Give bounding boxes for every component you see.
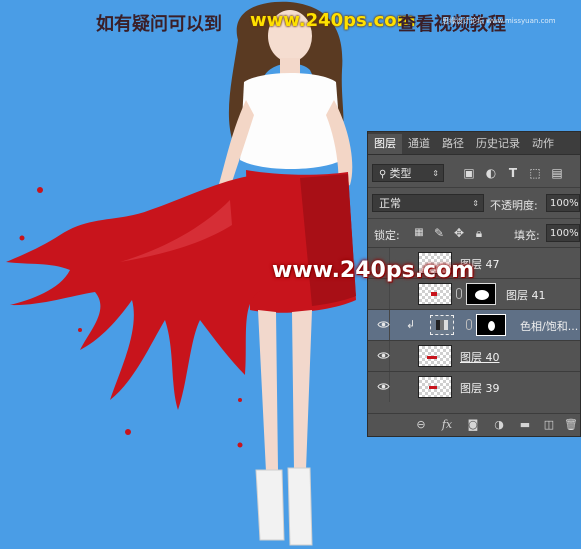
layers-bottom-toolbar: ⊖ fx ◙ ◑ ▬ ◫ 🗑︎ (368, 413, 580, 436)
new-group-icon[interactable]: ▬ (518, 418, 532, 432)
eye-icon (377, 383, 390, 390)
layer-thumbnail (418, 376, 452, 398)
lock-all-icon[interactable]: 🔒︎ (472, 226, 486, 240)
visibility-toggle[interactable] (371, 372, 390, 402)
tab-history[interactable]: 历史记录 (470, 134, 526, 154)
lock-row: 锁定: ▦ ✎ ✥ 🔒︎ 填充: 100% (368, 222, 580, 244)
clipping-mask-arrow-icon: ↲ (406, 318, 416, 331)
tab-channels[interactable]: 通道 (402, 134, 436, 154)
tab-paths[interactable]: 路径 (436, 134, 470, 154)
fill-input[interactable]: 100% (546, 224, 580, 242)
blend-mode-select[interactable]: 正常 ⇕ (372, 194, 484, 212)
adjustment-thumbnail (430, 315, 454, 335)
lock-position-icon[interactable]: ✥ (452, 226, 466, 240)
layer-name: 图层 39 (460, 382, 500, 395)
layer-thumbnail (418, 283, 452, 305)
tab-layers[interactable]: 图层 (368, 134, 402, 154)
blend-mode-value: 正常 (379, 197, 401, 210)
banner-site-link: www.240ps.com (250, 10, 416, 31)
fx-icon[interactable]: fx (440, 418, 454, 432)
layer-row[interactable]: 图层 39 (368, 371, 580, 402)
panel-tabs: 图层 通道 路径 历史记录 动作 (368, 132, 580, 155)
search-icon: ⚲ (379, 169, 390, 180)
right-shoe (287, 467, 313, 546)
fill-label: 填充: (514, 229, 540, 242)
layers-panel: 图层 通道 路径 历史记录 动作 ⚲ 类型 ⇕ ▣ ◐ T ⬚ ▤ 正常 ⇕ 不… (367, 131, 581, 437)
eye-icon (377, 352, 390, 359)
filter-kind-select[interactable]: ⚲ 类型 ⇕ (372, 164, 444, 182)
add-mask-icon[interactable]: ◙ (466, 418, 480, 432)
filter-row: ⚲ 类型 ⇕ ▣ ◐ T ⬚ ▤ (368, 162, 580, 184)
visibility-toggle[interactable] (371, 310, 390, 340)
layer-row[interactable]: 图层 40 (368, 340, 580, 371)
banner-text-left: 如有疑问可以到 (96, 14, 222, 35)
lock-image-icon[interactable]: ✎ (432, 226, 446, 240)
type-filter-icon[interactable]: T (506, 166, 520, 180)
eye-icon (377, 321, 390, 328)
filter-kind-label: 类型 (389, 167, 412, 180)
layer-name: 色相/饱和... (520, 320, 579, 333)
visibility-toggle[interactable] (371, 341, 390, 371)
image-filter-icon[interactable]: ▣ (462, 166, 476, 180)
layer-name: 图层 40 (460, 351, 500, 364)
layer-mask-thumbnail[interactable] (466, 283, 496, 305)
adjustment-filter-icon[interactable]: ◐ (484, 166, 498, 180)
opacity-label: 不透明度: (490, 199, 538, 212)
tab-actions[interactable]: 动作 (526, 134, 560, 154)
visibility-toggle[interactable] (371, 279, 390, 309)
site-watermark: www.240ps.com (272, 258, 475, 283)
link-layers-icon[interactable]: ⊖ (414, 418, 428, 432)
chevron-updown-icon: ⇕ (472, 199, 479, 208)
shape-filter-icon[interactable]: ⬚ (528, 166, 542, 180)
new-layer-icon[interactable]: ◫ (542, 418, 556, 432)
lock-label: 锁定: (374, 229, 400, 242)
layer-row-selected[interactable]: ↲ 色相/饱和... (368, 309, 580, 340)
layer-name: 图层 41 (506, 289, 546, 302)
forum-credit: 思缘设计论坛 www.missyuan.com (442, 17, 556, 25)
lock-transparent-icon[interactable]: ▦ (412, 226, 426, 240)
blend-row: 正常 ⇕ 不透明度: 100% (368, 192, 580, 214)
smart-object-filter-icon[interactable]: ▤ (550, 166, 564, 180)
left-shoe (255, 469, 285, 541)
chain-link-icon[interactable] (466, 319, 472, 330)
layer-thumbnail (418, 345, 452, 367)
chevron-updown-icon: ⇕ (432, 169, 439, 178)
chain-link-icon[interactable] (456, 288, 462, 299)
blouse (240, 73, 342, 169)
delete-layer-icon[interactable]: 🗑︎ (564, 418, 578, 432)
layer-mask-thumbnail[interactable] (476, 314, 506, 336)
new-adjustment-icon[interactable]: ◑ (492, 418, 506, 432)
opacity-input[interactable]: 100% (546, 194, 580, 212)
